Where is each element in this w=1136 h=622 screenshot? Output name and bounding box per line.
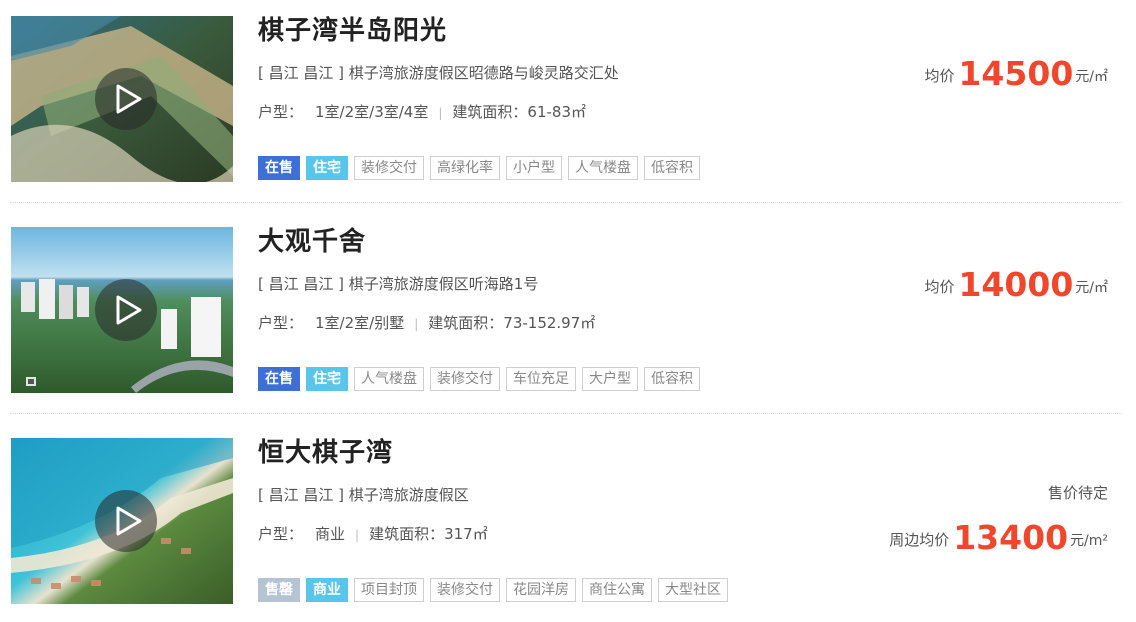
spec-divider: |: [414, 317, 419, 331]
layout-label: 户型：: [258, 103, 304, 121]
listing-thumbnail[interactable]: [11, 16, 233, 182]
listing-price: 周边均价 13400 元/m²: [889, 518, 1108, 557]
play-icon: [116, 295, 142, 325]
area-value: 61-83㎡: [527, 103, 587, 121]
play-button[interactable]: [95, 490, 157, 552]
play-icon: [116, 84, 142, 114]
divider: [10, 413, 1122, 414]
price-unit: 元/㎡: [1075, 69, 1108, 85]
price-value: 14000: [958, 265, 1074, 304]
status-badge: 在售: [258, 367, 300, 391]
area-label: 建筑面积：: [369, 525, 445, 543]
feature-tag: 装修交付: [354, 156, 424, 180]
layout-label: 户型：: [258, 525, 304, 543]
price-prefix: 均价: [924, 67, 955, 85]
panorama-icon: [26, 377, 36, 386]
listing-address: [ 昌江 昌江 ] 棋子湾旅游度假区: [258, 486, 469, 504]
listing-item[interactable]: 棋子湾半岛阳光 [ 昌江 昌江 ] 棋子湾旅游度假区昭德路与峻灵路交汇处 户型：…: [0, 0, 1122, 200]
area-value: 317㎡: [444, 525, 488, 543]
spec-divider: |: [438, 106, 443, 120]
feature-tag: 人气楼盘: [568, 156, 638, 180]
listing-specs: 户型： 1室/2室/3室/4室 | 建筑面积：61-83㎡: [258, 101, 586, 122]
layout-value: 1室/2室/3室/4室: [315, 103, 429, 121]
feature-tag: 项目封顶: [354, 578, 424, 602]
price-value: 13400: [953, 518, 1069, 557]
layout-value: 商业: [315, 525, 346, 543]
area-label: 建筑面积：: [428, 314, 504, 332]
spec-divider: |: [355, 528, 360, 542]
price-pending-note: 售价待定: [1047, 484, 1108, 502]
listing-title[interactable]: 恒大棋子湾: [258, 432, 393, 469]
price-prefix: 均价: [924, 278, 955, 296]
feature-tag: 花园洋房: [506, 578, 576, 602]
status-badge: 在售: [258, 156, 300, 180]
area-value: 73-152.97㎡: [503, 314, 596, 332]
listing-title[interactable]: 棋子湾半岛阳光: [258, 10, 447, 47]
layout-label: 户型：: [258, 314, 304, 332]
feature-tag: 装修交付: [430, 367, 500, 391]
feature-tag: 低容积: [644, 156, 700, 180]
tag-list: 在售 住宅 人气楼盘 装修交付 车位充足 大户型 低容积: [258, 367, 700, 391]
tag-list: 在售 住宅 装修交付 高绿化率 小户型 人气楼盘 低容积: [258, 156, 700, 180]
feature-tag: 高绿化率: [430, 156, 500, 180]
feature-tag: 车位充足: [506, 367, 576, 391]
listing-price: 均价 14000 元/㎡: [924, 265, 1108, 304]
divider: [10, 202, 1122, 203]
area-label: 建筑面积：: [452, 103, 528, 121]
play-button[interactable]: [95, 279, 157, 341]
feature-tag: 人气楼盘: [354, 367, 424, 391]
listing-thumbnail[interactable]: [11, 438, 233, 604]
listing-specs: 户型： 商业 | 建筑面积：317㎡: [258, 523, 488, 544]
price-prefix: 周边均价: [889, 531, 950, 549]
property-type-badge: 住宅: [306, 156, 348, 180]
play-button[interactable]: [95, 68, 157, 130]
feature-tag: 小户型: [506, 156, 562, 180]
feature-tag: 大型社区: [658, 578, 728, 602]
feature-tag: 商住公寓: [582, 578, 652, 602]
play-icon: [116, 506, 142, 536]
feature-tag: 装修交付: [430, 578, 500, 602]
listing-thumbnail[interactable]: [11, 227, 233, 393]
listing-specs: 户型： 1室/2室/别墅 | 建筑面积：73-152.97㎡: [258, 312, 595, 333]
feature-tag: 大户型: [582, 367, 638, 391]
property-type-badge: 住宅: [306, 367, 348, 391]
status-badge: 售罄: [258, 578, 300, 602]
price-unit: 元/㎡: [1075, 280, 1108, 296]
listing-title[interactable]: 大观千舍: [258, 221, 366, 258]
price-value: 14500: [958, 54, 1074, 93]
feature-tag: 低容积: [644, 367, 700, 391]
listing-address: [ 昌江 昌江 ] 棋子湾旅游度假区听海路1号: [258, 275, 539, 293]
layout-value: 1室/2室/别墅: [315, 314, 405, 332]
tag-list: 售罄 商业 项目封顶 装修交付 花园洋房 商住公寓 大型社区: [258, 578, 728, 602]
price-unit: 元/m²: [1070, 533, 1108, 549]
listing-list: 棋子湾半岛阳光 [ 昌江 昌江 ] 棋子湾旅游度假区昭德路与峻灵路交汇处 户型：…: [0, 0, 1136, 620]
listing-item[interactable]: 恒大棋子湾 [ 昌江 昌江 ] 棋子湾旅游度假区 户型： 商业 | 建筑面积：317㎡…: [0, 422, 1122, 622]
listing-address: [ 昌江 昌江 ] 棋子湾旅游度假区昭德路与峻灵路交汇处: [258, 64, 619, 82]
property-type-badge: 商业: [306, 578, 348, 602]
listing-price: 均价 14500 元/㎡: [924, 54, 1108, 93]
listing-item[interactable]: 大观千舍 [ 昌江 昌江 ] 棋子湾旅游度假区听海路1号 户型： 1室/2室/别墅…: [0, 211, 1122, 411]
